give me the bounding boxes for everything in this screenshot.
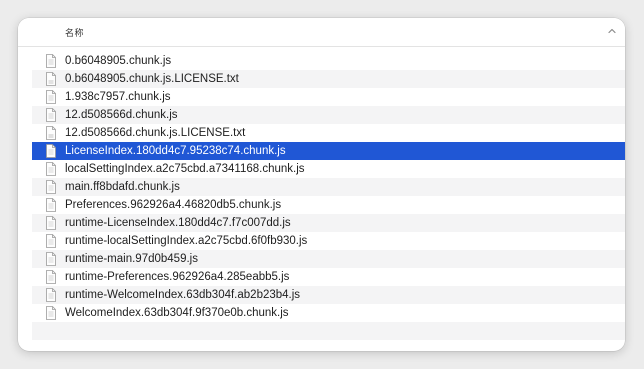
file-row[interactable]: 1.938c7957.chunk.js [32,88,625,106]
file-name: runtime-LicenseIndex.180dd4c7.f7c007dd.j… [65,217,291,229]
file-name: 12.d508566d.chunk.js.LICENSE.txt [65,127,246,139]
document-icon [46,198,56,212]
file-row[interactable]: runtime-main.97d0b459.js [32,250,625,268]
file-name: runtime-WelcomeIndex.63db304f.ab2b23b4.j… [65,289,301,301]
file-row[interactable]: Preferences.962926a4.46820db5.chunk.js [32,196,625,214]
file-row[interactable]: LicenseIndex.180dd4c7.95238c74.chunk.js [32,142,625,160]
document-icon [46,108,56,122]
file-name: main.ff8bdafd.chunk.js [65,181,180,193]
file-name: WelcomeIndex.63db304f.9f370e0b.chunk.js [65,307,289,319]
file-row[interactable]: main.ff8bdafd.chunk.js [32,178,625,196]
file-name: LicenseIndex.180dd4c7.95238c74.chunk.js [65,145,286,157]
file-row[interactable]: 12.d508566d.chunk.js [32,106,625,124]
document-icon [46,144,56,158]
file-name: 1.938c7957.chunk.js [65,91,171,103]
file-name: runtime-Preferences.962926a4.285eabb5.js [65,271,290,283]
file-name: runtime-localSettingIndex.a2c75cbd.6f0fb… [65,235,308,247]
file-row[interactable]: runtime-Preferences.962926a4.285eabb5.js [32,268,625,286]
file-row[interactable]: WelcomeIndex.63db304f.9f370e0b.chunk.js [32,304,625,322]
file-row[interactable]: runtime-WelcomeIndex.63db304f.ab2b23b4.j… [32,286,625,304]
document-icon [46,216,56,230]
file-row[interactable]: localSettingIndex.a2c75cbd.a7341168.chun… [32,160,625,178]
file-name: runtime-main.97d0b459.js [65,253,198,265]
document-icon [46,54,56,68]
file-row[interactable]: 12.d508566d.chunk.js.LICENSE.txt [32,124,625,142]
file-name: localSettingIndex.a2c75cbd.a7341168.chun… [65,163,305,175]
file-row[interactable]: runtime-localSettingIndex.a2c75cbd.6f0fb… [32,232,625,250]
finder-window: 名称 0.b6048905.chunk.js 0.b6048905.chunk.j… [18,18,625,351]
text-document-icon [46,126,56,140]
document-icon [46,270,56,284]
column-header[interactable]: 名称 [18,18,625,47]
text-document-icon [46,72,56,86]
file-name: 0.b6048905.chunk.js.LICENSE.txt [65,73,239,85]
file-row[interactable]: 0.b6048905.chunk.js [32,52,625,70]
document-icon [46,234,56,248]
document-icon [46,252,56,266]
file-name: Preferences.962926a4.46820db5.chunk.js [65,199,282,211]
document-icon [46,180,56,194]
file-name: 12.d508566d.chunk.js [65,109,178,121]
document-icon [46,90,56,104]
document-icon [46,288,56,302]
empty-row [32,322,625,340]
file-list: 0.b6048905.chunk.js 0.b6048905.chunk.js.L… [32,52,625,340]
name-column-header[interactable]: 名称 [65,26,84,39]
file-name: 0.b6048905.chunk.js [65,55,172,67]
document-icon [46,162,56,176]
file-row[interactable]: 0.b6048905.chunk.js.LICENSE.txt [32,70,625,88]
chevron-up-icon[interactable] [607,26,617,36]
file-row[interactable]: runtime-LicenseIndex.180dd4c7.f7c007dd.j… [32,214,625,232]
document-icon [46,306,56,320]
